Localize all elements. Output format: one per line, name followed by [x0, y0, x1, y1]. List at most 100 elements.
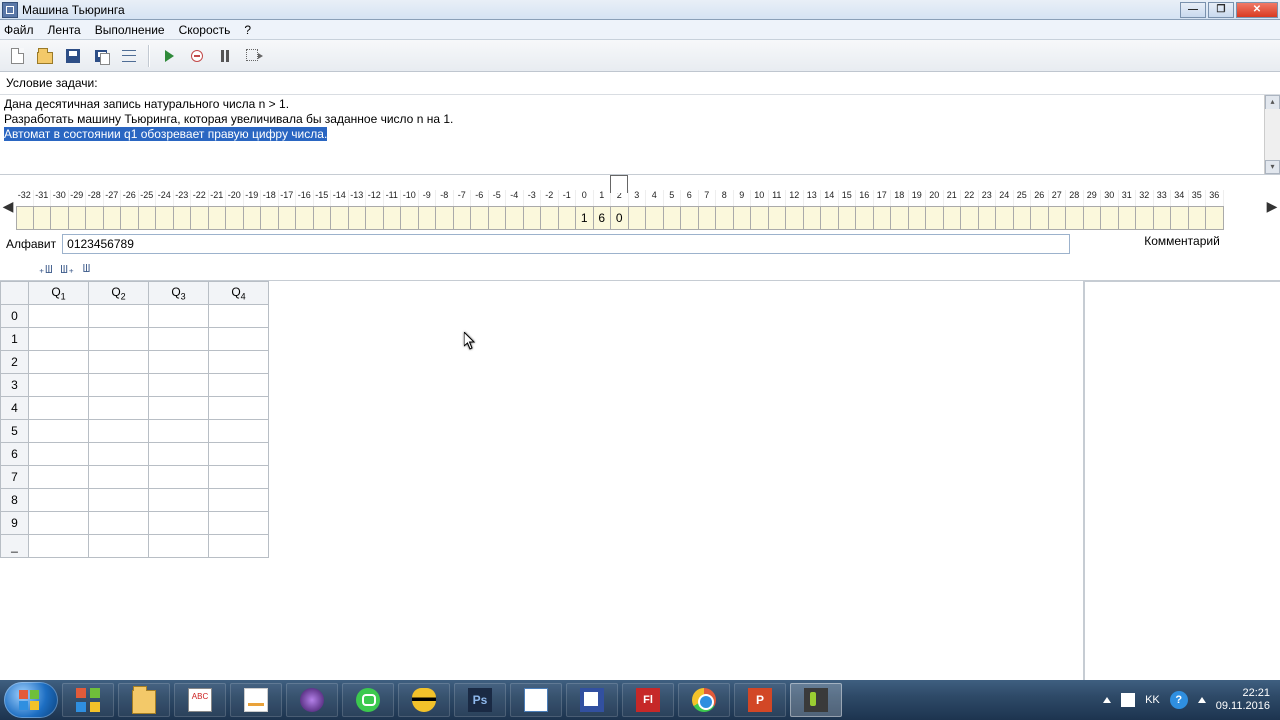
rule-cell[interactable] [89, 305, 149, 328]
tape-cell[interactable]: 23 [979, 190, 997, 230]
maximize-button[interactable]: ❐ [1208, 2, 1234, 18]
tape-cell[interactable]: -7 [454, 190, 472, 230]
rule-cell[interactable] [89, 489, 149, 512]
tape-value[interactable] [191, 206, 209, 230]
rule-cell[interactable] [149, 443, 209, 466]
tape-value[interactable] [16, 206, 34, 230]
state-header[interactable]: Q4 [209, 282, 269, 305]
rule-cell[interactable] [149, 397, 209, 420]
tape-value[interactable] [489, 206, 507, 230]
rule-cell[interactable] [29, 512, 89, 535]
rule-cell[interactable] [29, 535, 89, 558]
tape-value[interactable] [454, 206, 472, 230]
menu-file[interactable]: Файл [4, 23, 34, 37]
tape-value[interactable] [51, 206, 69, 230]
tape-value[interactable] [401, 206, 419, 230]
rule-cell[interactable] [149, 489, 209, 512]
taskbar-notepad[interactable] [230, 683, 282, 717]
language-indicator[interactable]: KK [1145, 694, 1160, 706]
tape-value[interactable] [1049, 206, 1067, 230]
menu-run[interactable]: Выполнение [95, 23, 165, 37]
tape-cell[interactable]: -23 [174, 190, 192, 230]
tape-value[interactable] [926, 206, 944, 230]
tape-cell[interactable]: -27 [104, 190, 122, 230]
tape-cell[interactable]: 20 [611, 190, 629, 230]
tape-cell[interactable]: 30 [1101, 190, 1119, 230]
rule-cell[interactable] [29, 305, 89, 328]
tape-value[interactable] [1014, 206, 1032, 230]
rule-cell[interactable] [149, 351, 209, 374]
tape-value[interactable] [944, 206, 962, 230]
tape-scroll-left[interactable]: ◀ [0, 182, 16, 230]
tape-cell[interactable]: -3 [524, 190, 542, 230]
tape-value[interactable] [279, 206, 297, 230]
taskbar-camtasia[interactable] [790, 683, 842, 717]
rule-cell[interactable] [209, 374, 269, 397]
tape-value[interactable] [314, 206, 332, 230]
tape-cell[interactable]: 3 [629, 190, 647, 230]
tape-value[interactable] [1066, 206, 1084, 230]
list-button[interactable] [118, 45, 140, 67]
tape-cell[interactable]: 18 [891, 190, 909, 230]
tape-value[interactable] [121, 206, 139, 230]
tape-cell[interactable]: 27 [1049, 190, 1067, 230]
tape-cell[interactable]: 36 [1206, 190, 1224, 230]
tape-cell[interactable]: 16 [594, 190, 612, 230]
tape-value[interactable] [856, 206, 874, 230]
tape-value[interactable] [681, 206, 699, 230]
tape-value[interactable] [524, 206, 542, 230]
condition-scrollbar[interactable]: ▴ ▾ [1264, 95, 1280, 174]
symbol-header[interactable]: 7 [1, 466, 29, 489]
taskbar-explorer[interactable] [118, 683, 170, 717]
tape-value[interactable] [891, 206, 909, 230]
tape-cell[interactable]: -2 [541, 190, 559, 230]
tape-value[interactable] [419, 206, 437, 230]
menu-speed[interactable]: Скорость [179, 23, 231, 37]
tape-value[interactable] [996, 206, 1014, 230]
tape-cell[interactable]: -11 [384, 190, 402, 230]
tape-cell[interactable]: -20 [226, 190, 244, 230]
tape-cell[interactable]: 24 [996, 190, 1014, 230]
taskbar-doc[interactable] [510, 683, 562, 717]
rule-cell[interactable] [209, 466, 269, 489]
tape-value[interactable]: 6 [594, 206, 612, 230]
symbol-header[interactable]: _ [1, 535, 29, 558]
tape-cell[interactable]: -8 [436, 190, 454, 230]
tape-value[interactable] [751, 206, 769, 230]
tape-value[interactable] [839, 206, 857, 230]
tape-value[interactable] [261, 206, 279, 230]
symbol-header[interactable]: 9 [1, 512, 29, 535]
tape-cell[interactable]: 35 [1189, 190, 1207, 230]
state-header[interactable]: Q2 [89, 282, 149, 305]
symbol-header[interactable]: 8 [1, 489, 29, 512]
menu-tape[interactable]: Лента [48, 23, 81, 37]
taskbar-abc[interactable]: ABC [174, 683, 226, 717]
taskbar-flash[interactable]: Fl [622, 683, 674, 717]
tape-value[interactable] [961, 206, 979, 230]
add-column-left-button[interactable]: ₊Ш [38, 262, 52, 277]
tape-value[interactable] [384, 206, 402, 230]
rule-cell[interactable] [209, 328, 269, 351]
tape-cell[interactable]: 32 [1136, 190, 1154, 230]
rule-cell[interactable] [209, 443, 269, 466]
taskbar-powerpoint[interactable]: P [734, 683, 786, 717]
tape-cell[interactable]: -32 [16, 190, 34, 230]
tape-cell[interactable]: 9 [734, 190, 752, 230]
tape-value[interactable] [436, 206, 454, 230]
tape-value[interactable] [909, 206, 927, 230]
tape-value[interactable] [1031, 206, 1049, 230]
rule-cell[interactable] [29, 420, 89, 443]
taskbar-photoshop[interactable]: Ps [454, 683, 506, 717]
rule-cell[interactable] [29, 397, 89, 420]
tape-cell[interactable]: 14 [821, 190, 839, 230]
tape-cell[interactable]: -5 [489, 190, 507, 230]
symbol-header[interactable]: 6 [1, 443, 29, 466]
rule-cell[interactable] [89, 512, 149, 535]
tape-value[interactable] [786, 206, 804, 230]
rule-cell[interactable] [89, 351, 149, 374]
menu-help[interactable]: ? [244, 23, 251, 37]
tape-cell[interactable]: -17 [279, 190, 297, 230]
taskbar-bee[interactable] [398, 683, 450, 717]
tape-value[interactable] [664, 206, 682, 230]
rule-cell[interactable] [149, 420, 209, 443]
